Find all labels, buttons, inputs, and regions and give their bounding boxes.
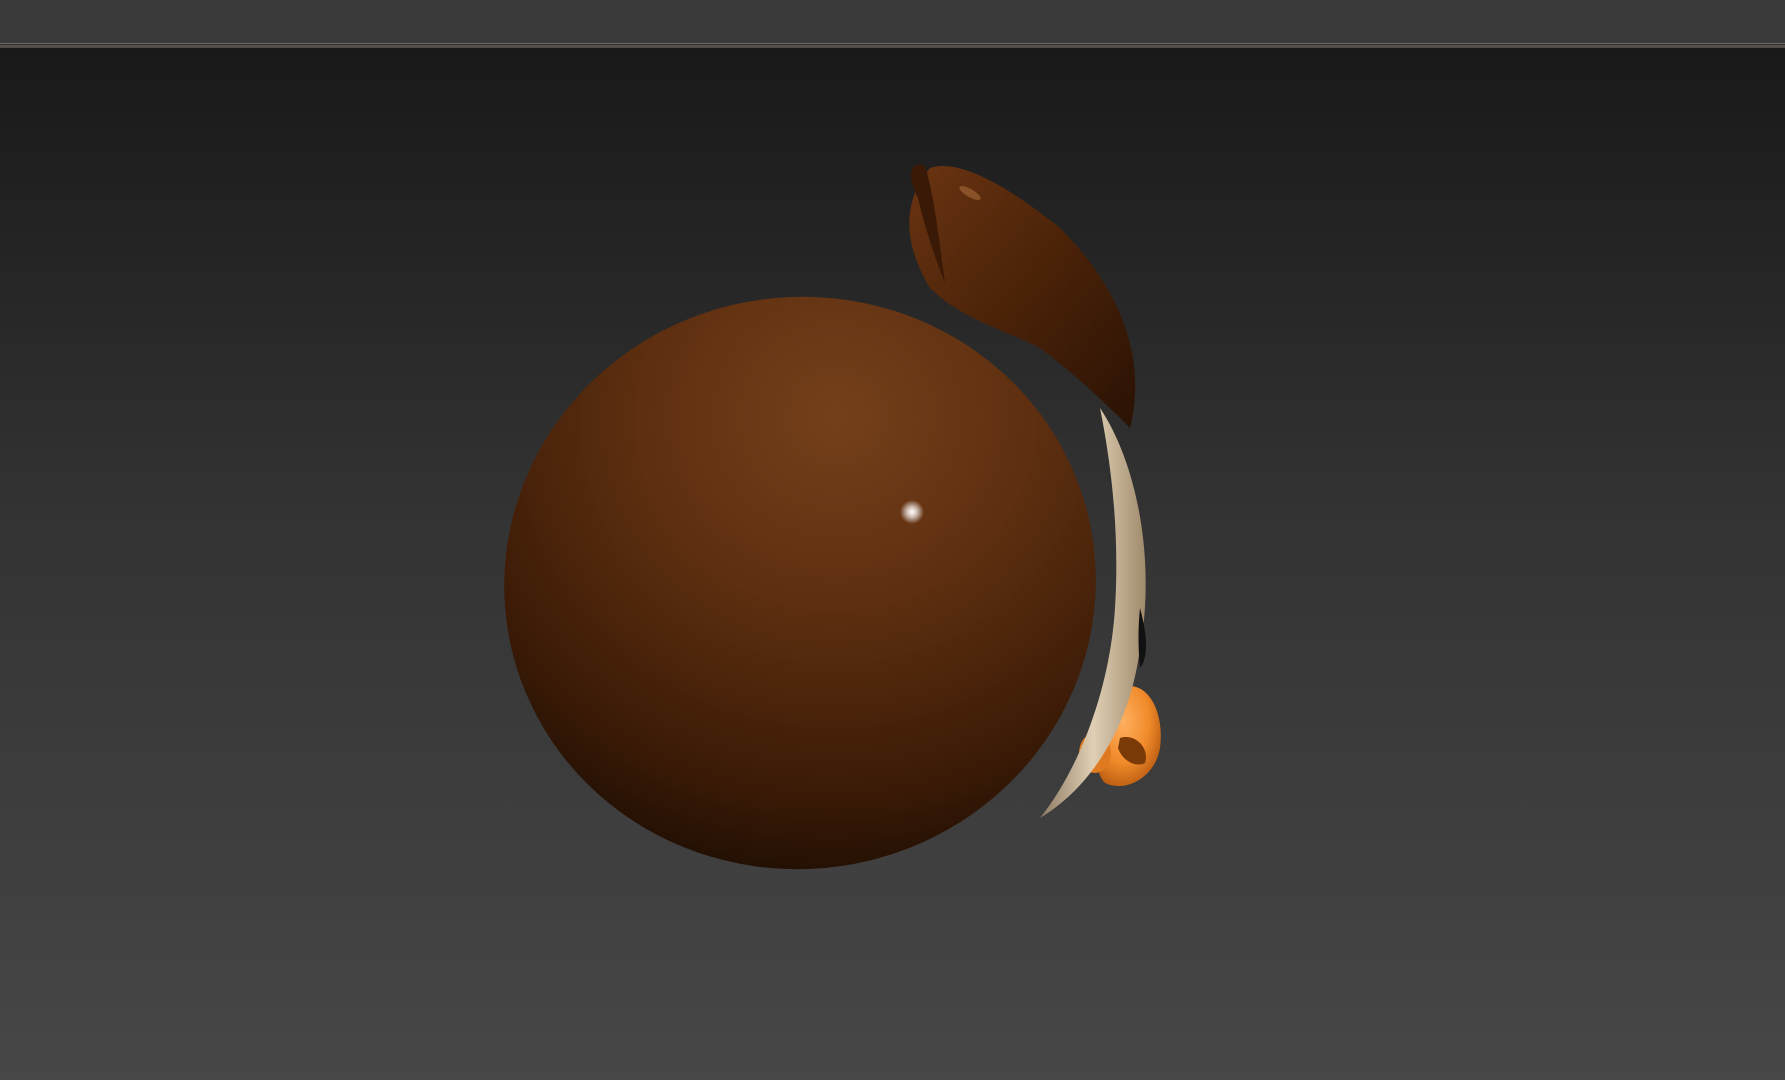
viewport-canvas[interactable]: [0, 48, 1785, 1080]
3d-viewport[interactable]: [0, 48, 1785, 1080]
app-window: [0, 0, 1785, 1080]
specular-highlight: [900, 500, 924, 524]
top-toolbar: [0, 0, 1785, 43]
